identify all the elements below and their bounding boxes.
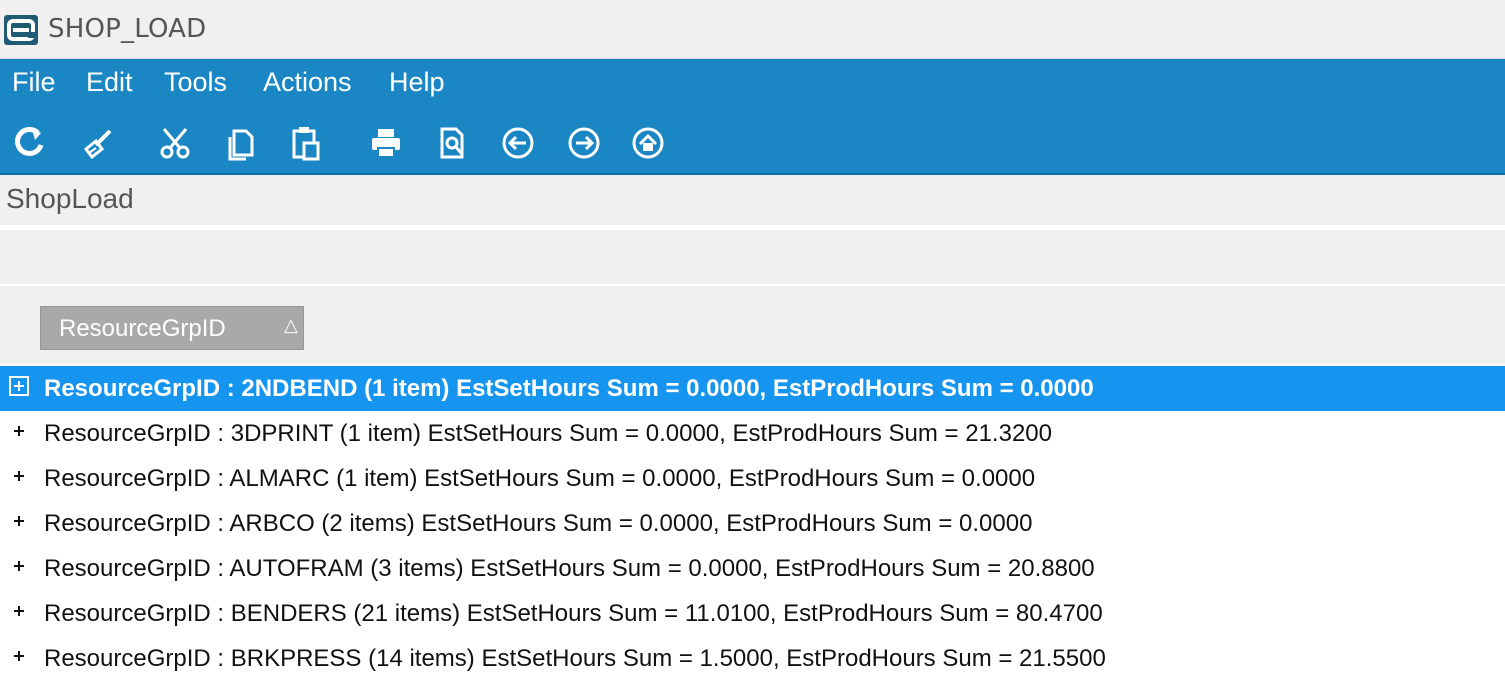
home-button[interactable] — [626, 121, 670, 165]
group-row-text: ResourceGrpID : AUTOFRAM (3 items) EstSe… — [44, 555, 1095, 582]
group-row[interactable]: ResourceGrpID : AUTOFRAM (3 items) EstSe… — [0, 546, 1505, 591]
group-row-text: ResourceGrpID : ALMARC (1 item) EstSetHo… — [44, 465, 1036, 492]
print-button[interactable] — [364, 121, 408, 165]
group-row-text: ResourceGrpID : BENDERS (21 items) EstSe… — [44, 600, 1103, 627]
menu-actions[interactable]: Actions — [263, 67, 352, 98]
group-row[interactable]: ResourceGrpID : ARBCO (2 items) EstSetHo… — [0, 501, 1505, 546]
title-bar: SHOP_LOAD — [0, 0, 1505, 59]
back-icon — [502, 127, 534, 159]
paste-icon — [292, 127, 320, 161]
paste-button[interactable] — [284, 121, 328, 165]
filter-bar — [0, 230, 1505, 284]
print-preview-button[interactable] — [430, 121, 474, 165]
menu-edit[interactable]: Edit — [86, 67, 133, 98]
form-header: ShopLoad — [0, 175, 1505, 225]
menu-tools[interactable]: Tools — [164, 67, 227, 98]
expand-icon[interactable] — [8, 420, 30, 442]
group-row-text: ResourceGrpID : BRKPRESS (14 items) EstS… — [44, 645, 1106, 672]
expand-icon[interactable] — [8, 465, 30, 487]
copy-button[interactable] — [220, 121, 264, 165]
group-row[interactable]: ResourceGrpID : BRKPRESS (14 items) EstS… — [0, 636, 1505, 681]
form-title: ShopLoad — [6, 183, 134, 214]
expand-icon[interactable] — [8, 645, 30, 667]
sort-ascending-icon: △ — [284, 315, 298, 335]
print-preview-icon — [440, 127, 464, 159]
cut-icon — [160, 128, 190, 159]
expand-icon[interactable] — [8, 375, 30, 397]
refresh-button[interactable] — [8, 121, 52, 165]
back-button[interactable] — [496, 121, 540, 165]
menu-bar: File Edit Tools Actions Help — [0, 59, 1505, 115]
expand-icon[interactable] — [8, 510, 30, 532]
menu-file[interactable]: File — [12, 67, 56, 98]
toolbar — [0, 115, 1505, 175]
expand-icon[interactable] — [8, 600, 30, 622]
home-icon — [632, 127, 664, 159]
app-logo-icon — [4, 15, 38, 45]
menu-help[interactable]: Help — [389, 67, 445, 98]
copy-icon — [228, 129, 254, 161]
group-row[interactable]: ResourceGrpID : 3DPRINT (1 item) EstSetH… — [0, 411, 1505, 456]
forward-button[interactable] — [562, 121, 606, 165]
cut-button[interactable] — [154, 121, 198, 165]
forward-icon — [568, 127, 600, 159]
clear-icon — [83, 129, 112, 160]
group-row[interactable]: ResourceGrpID : ALMARC (1 item) EstSetHo… — [0, 456, 1505, 501]
group-by-panel: ResourceGrpID △ — [0, 286, 1505, 364]
window-title: SHOP_LOAD — [48, 14, 207, 44]
group-by-label: ResourceGrpID — [59, 315, 226, 342]
group-row-text: ResourceGrpID : 2NDBEND (1 item) EstSetH… — [44, 375, 1094, 402]
expand-icon[interactable] — [8, 555, 30, 577]
group-row[interactable]: ResourceGrpID : BENDERS (21 items) EstSe… — [0, 591, 1505, 636]
grouped-grid: ResourceGrpID : 2NDBEND (1 item) EstSetH… — [0, 366, 1505, 681]
clear-button[interactable] — [76, 121, 120, 165]
group-row[interactable]: ResourceGrpID : 2NDBEND (1 item) EstSetH… — [0, 366, 1505, 411]
group-by-chip-resourcegrpid[interactable]: ResourceGrpID △ — [40, 306, 304, 350]
refresh-icon — [15, 127, 44, 156]
group-row-text: ResourceGrpID : 3DPRINT (1 item) EstSetH… — [44, 420, 1052, 447]
group-row-text: ResourceGrpID : ARBCO (2 items) EstSetHo… — [44, 510, 1033, 537]
print-icon — [372, 129, 400, 158]
